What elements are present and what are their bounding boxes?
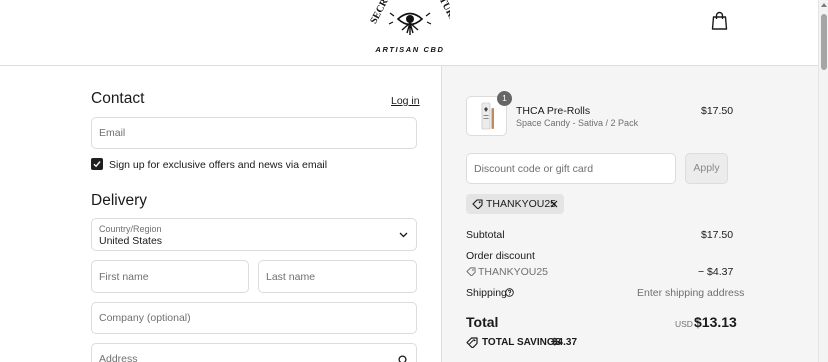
country-value: United States bbox=[99, 235, 163, 247]
email-placeholder: Email bbox=[99, 127, 126, 139]
svg-text:TURE: TURE bbox=[437, 0, 450, 25]
scrollbar[interactable] bbox=[818, 0, 828, 362]
subtotal-value: $17.50 bbox=[701, 229, 734, 241]
tag-icon bbox=[466, 267, 476, 276]
order-discount-label: Order discount bbox=[466, 250, 535, 262]
first-name-placeholder: First name bbox=[99, 270, 149, 283]
close-icon[interactable] bbox=[550, 200, 558, 208]
order-discount-value: − $4.37 bbox=[698, 266, 734, 278]
address-placeholder: Address bbox=[99, 353, 138, 362]
country-select[interactable]: Country/Region United States bbox=[91, 218, 417, 251]
last-name-placeholder: Last name bbox=[266, 270, 316, 283]
bag-icon[interactable] bbox=[711, 11, 728, 30]
help-circle-icon[interactable] bbox=[505, 288, 514, 297]
company-field[interactable]: Company (optional) bbox=[91, 302, 417, 334]
company-placeholder: Company (optional) bbox=[99, 312, 191, 324]
product-price: $17.50 bbox=[701, 105, 734, 117]
last-name-field[interactable]: Last name bbox=[258, 260, 417, 293]
svg-text:ARTISAN CBD: ARTISAN CBD bbox=[374, 45, 444, 54]
total-label: Total bbox=[466, 314, 499, 330]
search-icon bbox=[398, 355, 407, 362]
newsletter-label: Sign up for exclusive offers and news vi… bbox=[109, 159, 328, 171]
apply-discount-button[interactable]: Apply bbox=[685, 153, 728, 184]
svg-text:SECR: SECR bbox=[370, 0, 391, 26]
total-currency: USD bbox=[675, 319, 693, 329]
quantity-badge: 1 bbox=[497, 91, 512, 106]
shipping-value: Enter shipping address bbox=[637, 287, 745, 299]
delivery-heading: Delivery bbox=[91, 192, 147, 209]
discount-code-field[interactable]: Discount code or gift card bbox=[466, 153, 676, 184]
header: SECR TURE ARTISAN CBD bbox=[0, 0, 818, 66]
applied-discount-chip: THANKYOU25 bbox=[466, 194, 564, 214]
total-savings-label: TOTAL SAVINGS bbox=[482, 337, 562, 348]
country-label: Country/Region bbox=[99, 224, 162, 234]
address-field[interactable]: Address bbox=[91, 343, 417, 362]
tag-icon bbox=[472, 199, 483, 209]
chevron-down-icon bbox=[399, 232, 408, 238]
product-title: THCA Pre-Rolls bbox=[516, 105, 591, 117]
order-discount-code: THANKYOU25 bbox=[478, 266, 549, 278]
brand-logo[interactable]: SECR TURE ARTISAN CBD bbox=[370, 0, 450, 56]
email-field[interactable]: Email bbox=[91, 117, 417, 149]
savings-tag-icon bbox=[466, 337, 478, 348]
total-value: $13.13 bbox=[694, 314, 737, 330]
shipping-label: Shipping bbox=[466, 287, 507, 299]
subtotal-label: Subtotal bbox=[466, 229, 505, 241]
login-link[interactable]: Log in bbox=[391, 95, 420, 107]
scroll-up-arrow-icon[interactable] bbox=[821, 3, 827, 7]
newsletter-checkbox[interactable] bbox=[91, 158, 103, 170]
scrollbar-thumb[interactable] bbox=[821, 14, 827, 70]
discount-code-placeholder: Discount code or gift card bbox=[474, 162, 594, 175]
checkmark-icon bbox=[93, 161, 101, 168]
total-savings-value: $4.37 bbox=[552, 337, 578, 348]
contact-heading: Contact bbox=[91, 90, 145, 107]
first-name-field[interactable]: First name bbox=[91, 260, 249, 293]
product-variant: Space Candy - Sativa / 2 Pack bbox=[516, 118, 639, 128]
applied-discount-code: THANKYOU25 bbox=[486, 198, 557, 210]
